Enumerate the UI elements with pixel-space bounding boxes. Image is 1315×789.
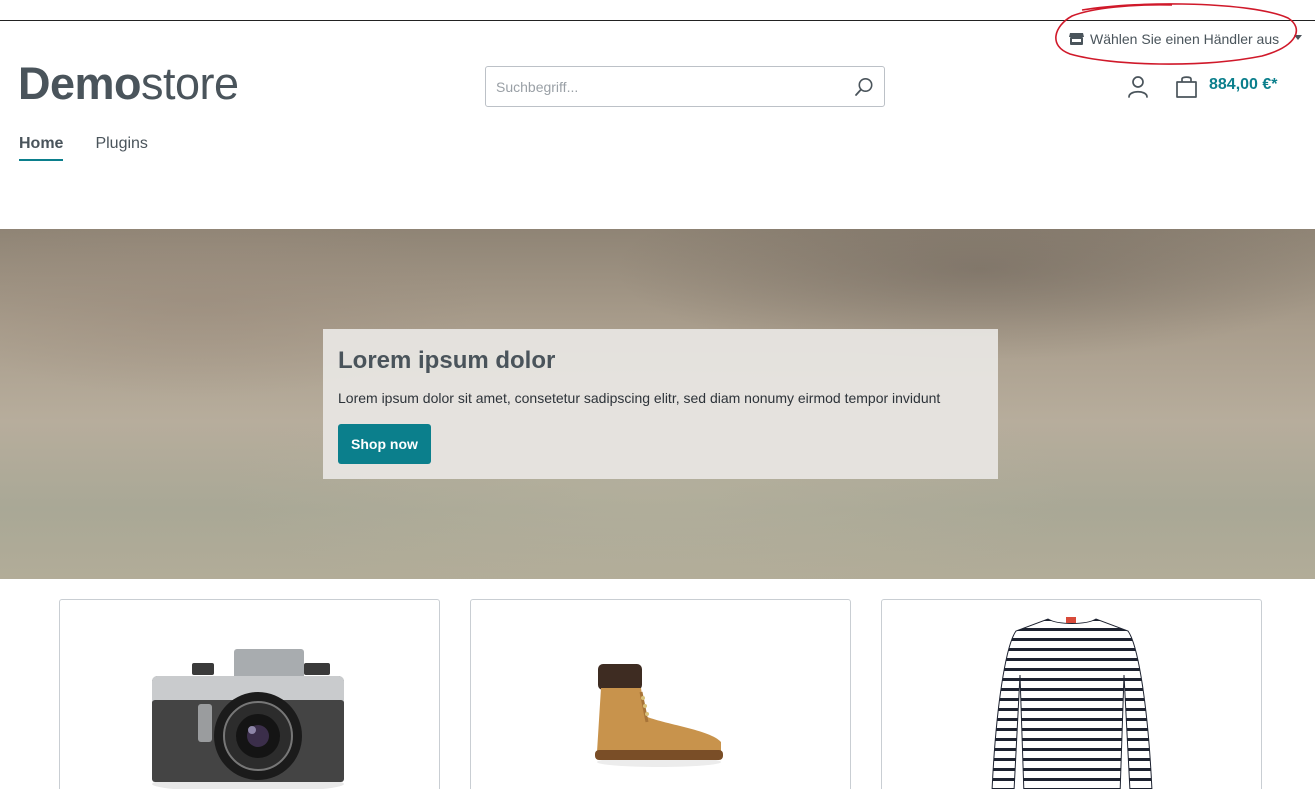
merchant-selector[interactable]: Wählen Sie einen Händler aus [1069, 29, 1302, 49]
hero-title: Lorem ipsum dolor [338, 347, 556, 374]
logo-bold-text: Demo [18, 58, 142, 109]
shop-now-button[interactable]: Shop now [338, 424, 431, 464]
store-icon [1069, 33, 1084, 45]
hero-banner: Lorem ipsum dolor Lorem ipsum dolor sit … [0, 229, 1315, 579]
store-logo[interactable]: Demostore [18, 56, 239, 112]
top-divider [0, 20, 1315, 21]
search-icon[interactable] [854, 77, 874, 97]
storefront-page: Wählen Sie einen Händler aus Demostore 8… [0, 0, 1315, 789]
search-bar [485, 66, 885, 107]
striped-shirt-image[interactable] [988, 615, 1156, 789]
main-navigation: Home Plugins [19, 134, 148, 162]
hero-text: Lorem ipsum dolor sit amet, consetetur s… [338, 390, 941, 406]
boot-image[interactable] [593, 664, 725, 768]
hero-card: Lorem ipsum dolor Lorem ipsum dolor sit … [323, 329, 998, 479]
logo-light-text: store [141, 58, 239, 109]
merchant-selector-label: Wählen Sie einen Händler aus [1090, 31, 1280, 47]
nav-item-home[interactable]: Home [19, 134, 64, 162]
product-card-shirt[interactable] [881, 599, 1262, 789]
chevron-down-icon [1294, 35, 1302, 40]
search-input[interactable] [486, 67, 836, 106]
cart-total[interactable]: 884,00 €* [1209, 76, 1278, 96]
camera-image[interactable] [148, 644, 348, 789]
nav-item-plugins[interactable]: Plugins [95, 134, 147, 162]
product-card-boot[interactable] [470, 599, 851, 789]
shopping-bag-icon[interactable] [1175, 75, 1198, 99]
product-card-camera[interactable] [59, 599, 440, 789]
user-icon[interactable] [1127, 75, 1149, 99]
